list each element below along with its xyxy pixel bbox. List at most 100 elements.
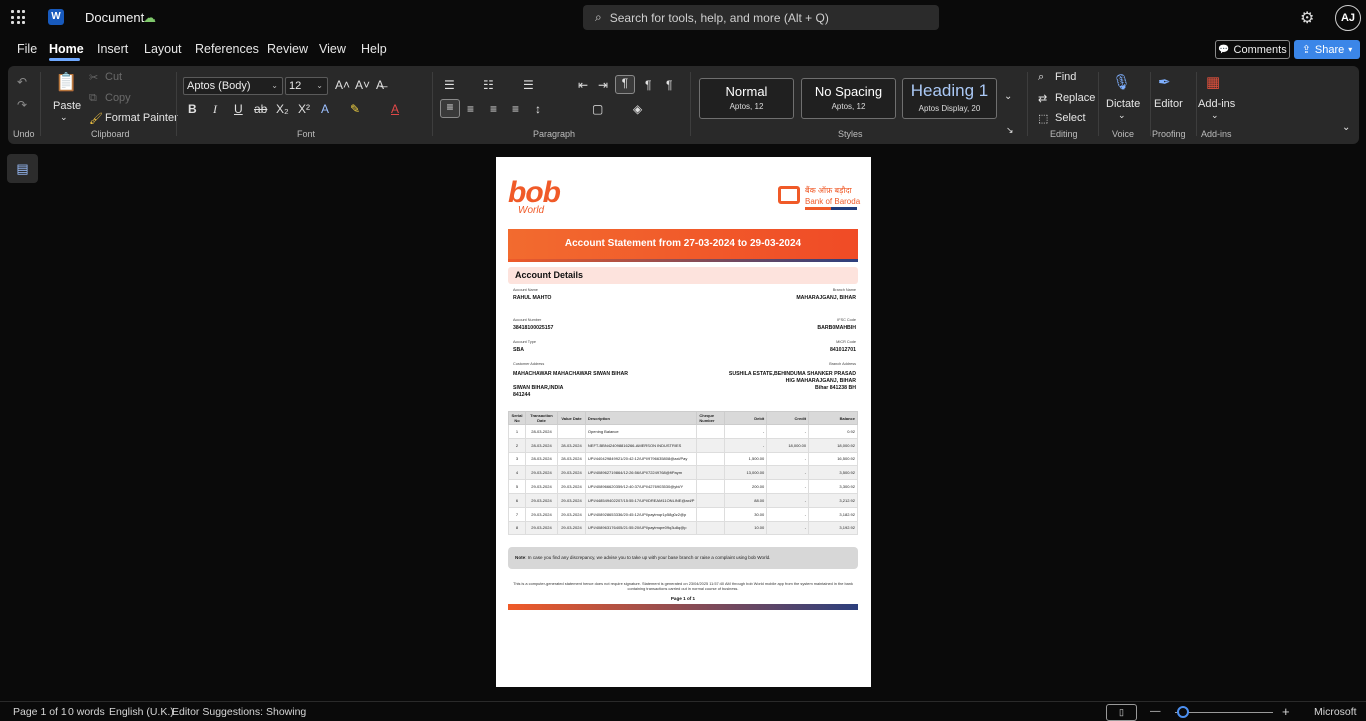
zoom-out-icon[interactable]: — <box>1150 705 1161 717</box>
tab-file[interactable]: File <box>17 42 37 56</box>
user-avatar[interactable]: AJ <box>1335 5 1361 31</box>
copy-button[interactable]: Copy <box>105 92 131 104</box>
cloud-saved-icon[interactable]: ☁ <box>143 10 156 26</box>
font-size-select[interactable]: 12 ⌄ <box>285 77 328 95</box>
justify-icon[interactable]: ≡ <box>512 102 519 116</box>
add-ins-button[interactable]: Add-ins <box>1198 98 1235 110</box>
table-cell: 6 <box>508 492 526 508</box>
paste-icon[interactable]: 📋 <box>55 72 77 93</box>
editor-button[interactable]: Editor <box>1154 98 1183 110</box>
format-painter-icon[interactable]: 🖌 <box>89 112 103 125</box>
page-count[interactable]: Page 1 of 1 <box>13 706 67 718</box>
tab-layout[interactable]: Layout <box>144 42 182 56</box>
borders-icon[interactable]: ▢ <box>592 102 603 116</box>
undo-icon[interactable]: ↶ <box>17 75 27 89</box>
format-painter-button[interactable]: Format Painter <box>105 112 178 124</box>
highlight-icon[interactable]: ✎ <box>350 102 360 116</box>
shrink-font-icon[interactable]: A˅ <box>355 78 370 92</box>
numbering-icon[interactable]: ☷ <box>483 78 494 92</box>
align-center-icon[interactable]: ≡ <box>467 102 474 116</box>
style-normal[interactable]: Normal Aptos, 12 <box>699 78 794 119</box>
multilevel-list-icon[interactable]: ☰ <box>523 78 534 92</box>
increase-indent-icon[interactable]: ⇥ <box>598 78 608 92</box>
zoom-slider-thumb[interactable] <box>1177 706 1189 718</box>
zoom-in-icon[interactable]: + <box>1282 704 1290 719</box>
bullets-icon[interactable]: ☰ <box>444 78 455 92</box>
cut-button[interactable]: Cut <box>105 71 122 83</box>
underline-icon[interactable]: U <box>234 102 243 116</box>
paste-button[interactable]: Paste <box>53 100 81 112</box>
shading-icon[interactable]: ◈ <box>633 102 642 116</box>
grow-font-icon[interactable]: A˄ <box>335 78 350 92</box>
strikethrough-icon[interactable]: ab <box>254 102 267 116</box>
find-button[interactable]: Find <box>1055 71 1076 83</box>
ribbon-collapse-icon[interactable]: ⌄ <box>1342 122 1350 133</box>
language[interactable]: English (U.K.) <box>109 706 174 718</box>
ltr-icon[interactable]: ¶ <box>615 75 635 94</box>
italic-icon[interactable]: I <box>213 102 217 117</box>
tab-home[interactable]: Home <box>49 42 84 56</box>
font-name-select[interactable]: Aptos (Body) ⌄ <box>183 77 283 95</box>
table-cell: 2 <box>508 437 526 453</box>
tab-references[interactable]: References <box>195 42 259 56</box>
chevron-down-icon[interactable]: ⌄ <box>1211 110 1219 121</box>
settings-icon[interactable]: ⚙ <box>1300 8 1314 28</box>
table-row: 4 29-03-2024 29-03-2024 UPI/408962719864/12… <box>508 465 858 481</box>
show-marks-icon[interactable]: ¶ <box>666 78 672 92</box>
table-cell: 1,500.00 <box>724 451 768 467</box>
superscript-icon[interactable]: X² <box>298 102 310 116</box>
microphone-icon[interactable]: 🎙 <box>1112 73 1131 91</box>
zoom-slider[interactable] <box>1175 712 1273 713</box>
cut-icon[interactable]: ✂ <box>89 71 98 84</box>
bold-icon[interactable]: B <box>188 102 197 116</box>
table-row: 8 29-03-2024 29-03-2024 UPI/408963176405/21… <box>508 520 858 536</box>
document-page[interactable]: bob World बैंक ऑफ़ बड़ौदा Bank of Baroda… <box>496 157 871 687</box>
text-effects-icon[interactable]: A <box>321 102 329 116</box>
add-ins-icon[interactable]: ▦ <box>1206 73 1220 91</box>
font-color-icon[interactable]: A <box>391 102 399 116</box>
print-layout-icon[interactable]: ▯ <box>1106 704 1137 721</box>
search-box[interactable]: ⌕ Search for tools, help, and more (Alt … <box>583 5 939 30</box>
styles-more-icon[interactable]: ⌄ <box>1004 91 1012 102</box>
table-row: 5 29-03-2024 29-03-2024 UPI/408966620359/12… <box>508 479 858 494</box>
replace-icon[interactable]: ⇄ <box>1038 92 1047 105</box>
decrease-indent-icon[interactable]: ⇤ <box>578 78 588 92</box>
line-spacing-icon[interactable]: ↕ <box>535 102 541 116</box>
comments-button[interactable]: 💬 Comments <box>1215 40 1290 59</box>
select-icon[interactable]: ⬚ <box>1038 112 1048 125</box>
word-count[interactable]: 0 words <box>68 706 105 718</box>
table-cell: - <box>766 451 810 467</box>
style-no-spacing[interactable]: No Spacing Aptos, 12 <box>801 78 896 119</box>
editor-suggestions[interactable]: Editor Suggestions: Showing <box>172 706 306 718</box>
word-logo-icon[interactable]: W <box>48 9 64 25</box>
table-cell: 88.00 <box>724 492 768 508</box>
style-heading-1[interactable]: Heading 1 Aptos Display, 20 <box>902 78 997 119</box>
subscript-icon[interactable]: X₂ <box>276 102 289 116</box>
redo-icon[interactable]: ↷ <box>17 98 27 112</box>
document-title[interactable]: Document <box>85 10 144 25</box>
align-right-icon[interactable]: ≡ <box>490 102 497 116</box>
app-launcher-icon[interactable] <box>11 10 25 24</box>
divider <box>176 72 177 136</box>
dictate-button[interactable]: Dictate <box>1106 98 1140 110</box>
chevron-down-icon[interactable]: ⌄ <box>60 112 68 123</box>
clear-formatting-icon[interactable]: A̶ <box>376 78 384 92</box>
table-cell: 29-03-2024 <box>524 492 558 508</box>
share-button[interactable]: ⇪ Share ▾ <box>1294 40 1360 59</box>
tab-view[interactable]: View <box>319 42 346 56</box>
tab-review[interactable]: Review <box>267 42 308 56</box>
align-left-icon[interactable]: ≡ <box>440 99 460 118</box>
replace-button[interactable]: Replace <box>1055 92 1095 104</box>
tab-help[interactable]: Help <box>361 42 387 56</box>
copy-icon[interactable]: ⧉ <box>89 92 97 105</box>
rtl-icon[interactable]: ¶ <box>645 78 651 92</box>
find-icon[interactable]: ⌕ <box>1038 71 1044 84</box>
tab-insert[interactable]: Insert <box>97 42 128 56</box>
table-cell <box>696 451 726 467</box>
navigation-pane-icon[interactable]: ▤ <box>7 154 38 183</box>
select-button[interactable]: Select <box>1055 112 1086 124</box>
search-icon: ⌕ <box>595 10 602 24</box>
chevron-down-icon[interactable]: ⌄ <box>1118 110 1126 121</box>
styles-launcher-icon[interactable]: ↘ <box>1006 125 1014 136</box>
editor-icon[interactable]: ✒ <box>1158 73 1171 91</box>
